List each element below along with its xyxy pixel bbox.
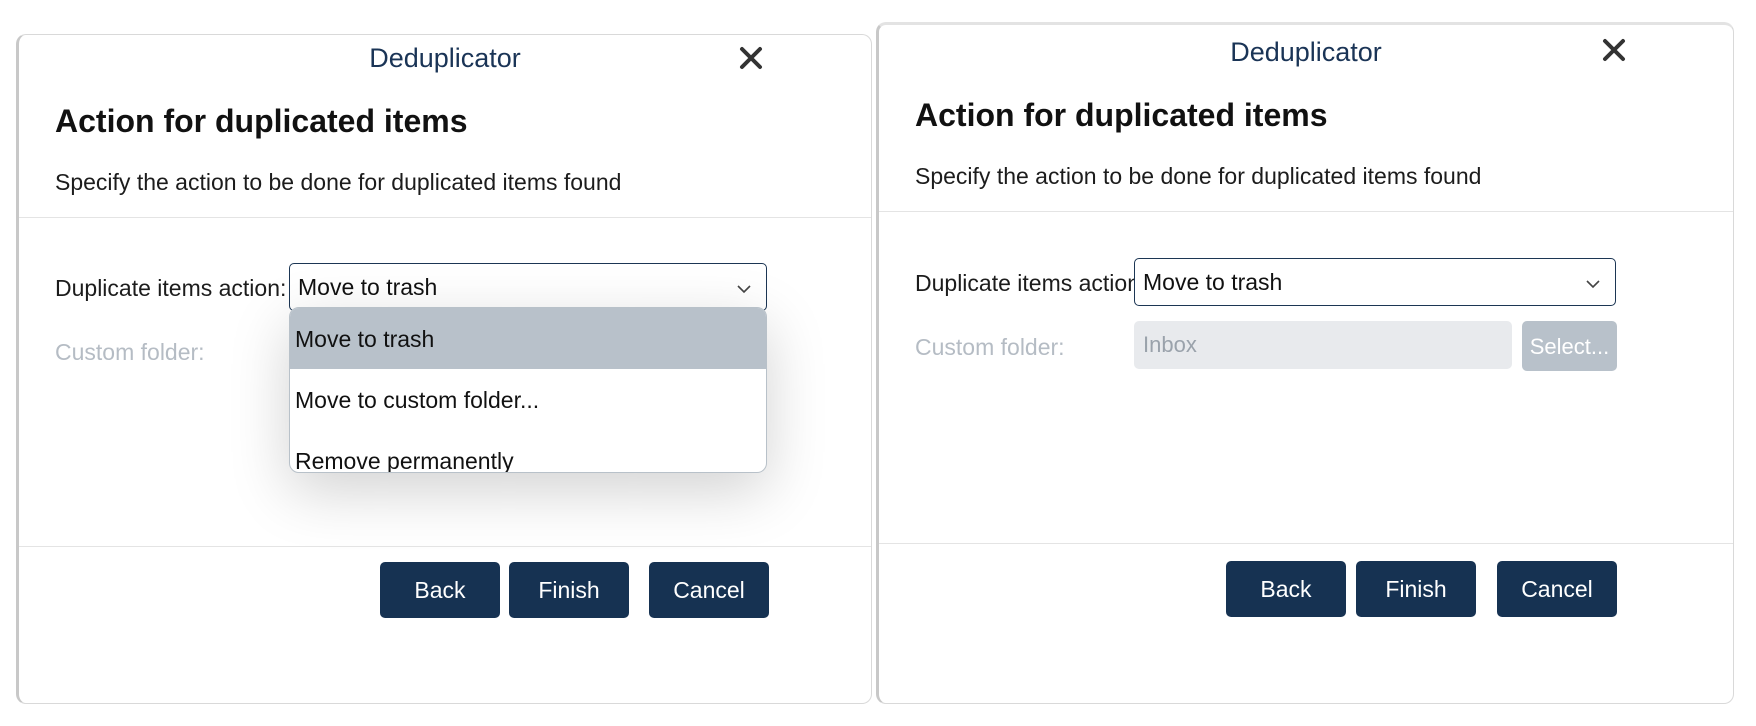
- custom-folder-label: Custom folder:: [915, 334, 1065, 360]
- cancel-button[interactable]: Cancel: [1497, 561, 1617, 617]
- deduplicator-dialog: Deduplicator Action for duplicated items…: [876, 22, 1734, 704]
- duplicate-action-value: Move to trash: [298, 274, 438, 300]
- dropdown-option-move-to-trash[interactable]: Move to trash: [290, 308, 766, 369]
- duplicate-action-label: Duplicate items action:: [915, 270, 1147, 296]
- duplicate-action-label: Duplicate items action:: [55, 275, 287, 301]
- header-divider: [879, 211, 1733, 212]
- cancel-button[interactable]: Cancel: [649, 562, 769, 618]
- dropdown-option-remove-permanently[interactable]: Remove permanently: [290, 430, 766, 472]
- duplicate-action-value: Move to trash: [1143, 269, 1283, 295]
- finish-button[interactable]: Finish: [1356, 561, 1476, 617]
- page-heading: Action for duplicated items: [915, 97, 1328, 133]
- close-icon[interactable]: [736, 43, 766, 73]
- duplicate-action-dropdown-list: Move to trash Move to custom folder... R…: [289, 307, 767, 473]
- chevron-down-icon: [1583, 273, 1603, 293]
- footer-divider: [19, 546, 871, 547]
- deduplicator-dialog-dropdown-open: Deduplicator Action for duplicated items…: [16, 34, 872, 704]
- back-button[interactable]: Back: [380, 562, 500, 618]
- dropdown-option-move-to-custom-folder[interactable]: Move to custom folder...: [290, 369, 766, 430]
- custom-folder-label: Custom folder:: [55, 339, 205, 365]
- custom-folder-input: Inbox: [1134, 321, 1512, 369]
- finish-button[interactable]: Finish: [509, 562, 629, 618]
- close-icon[interactable]: [1599, 35, 1629, 65]
- page-heading: Action for duplicated items: [55, 103, 468, 139]
- header-divider: [19, 217, 871, 218]
- duplicate-action-select[interactable]: Move to trash: [1134, 258, 1616, 306]
- duplicate-action-select[interactable]: Move to trash: [289, 263, 767, 311]
- footer-divider: [879, 543, 1733, 544]
- back-button[interactable]: Back: [1226, 561, 1346, 617]
- page-subtitle: Specify the action to be done for duplic…: [915, 163, 1482, 189]
- select-folder-button: Select...: [1522, 321, 1617, 371]
- chevron-down-icon: [734, 278, 754, 298]
- page-subtitle: Specify the action to be done for duplic…: [55, 169, 622, 195]
